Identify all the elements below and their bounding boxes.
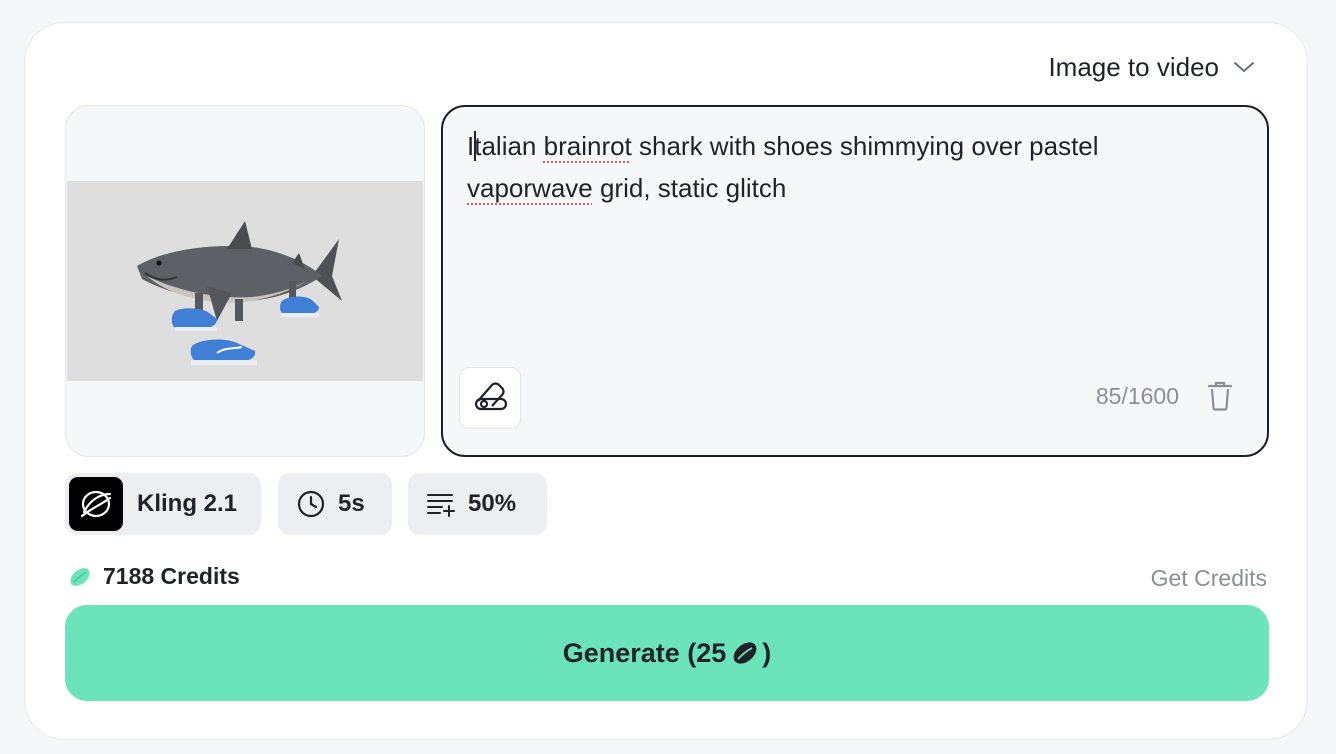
trash-icon[interactable] <box>1207 381 1233 416</box>
uploaded-image <box>67 181 423 381</box>
clock-icon <box>296 489 326 519</box>
magic-eraser-icon <box>472 379 508 418</box>
generate-button[interactable]: Generate (25 ) <box>65 605 1269 701</box>
text-adjust-icon <box>426 491 456 517</box>
prompt-text-part: talian <box>474 131 544 161</box>
prompt-textarea[interactable]: Italian brainrot shark with shoes shimmy… <box>441 105 1269 457</box>
get-credits-link[interactable]: Get Credits <box>1151 565 1267 592</box>
chevron-down-icon <box>1233 60 1255 74</box>
prompt-misspelled-word: brainrot <box>543 131 632 161</box>
enhance-prompt-button[interactable] <box>459 367 521 429</box>
bean-icon <box>67 564 93 590</box>
prompt-text: Italian brainrot shark with shoes shimmy… <box>467 125 1197 209</box>
credits-balance: 7188 Credits <box>67 563 240 590</box>
mode-dropdown-label: Image to video <box>1048 51 1219 82</box>
generation-card: Image to video Italian brainrot shark wi… <box>24 22 1308 740</box>
model-selector[interactable]: Kling 2.1 <box>65 473 261 535</box>
generate-label-suffix: ) <box>762 637 772 668</box>
strength-label: 50% <box>468 490 517 517</box>
model-label: Kling 2.1 <box>137 490 238 517</box>
duration-label: 5s <box>338 490 365 517</box>
generate-label: Generate (25 <box>562 637 727 668</box>
mode-dropdown[interactable]: Image to video <box>1048 47 1255 87</box>
prompt-text-part: shark with shoes shimmying over pastel <box>639 131 1099 161</box>
credits-balance-label: 7188 Credits <box>103 563 240 589</box>
character-count: 85/1600 <box>1095 383 1179 409</box>
bean-icon <box>730 639 760 667</box>
prompt-text-part: grid, static glitch <box>592 173 787 203</box>
prompt-misspelled-word: vaporwave <box>467 173 593 203</box>
duration-selector[interactable]: 5s <box>278 473 392 535</box>
kling-logo-icon <box>69 477 123 531</box>
strength-selector[interactable]: 50% <box>408 473 547 535</box>
image-upload-panel[interactable] <box>65 105 425 457</box>
